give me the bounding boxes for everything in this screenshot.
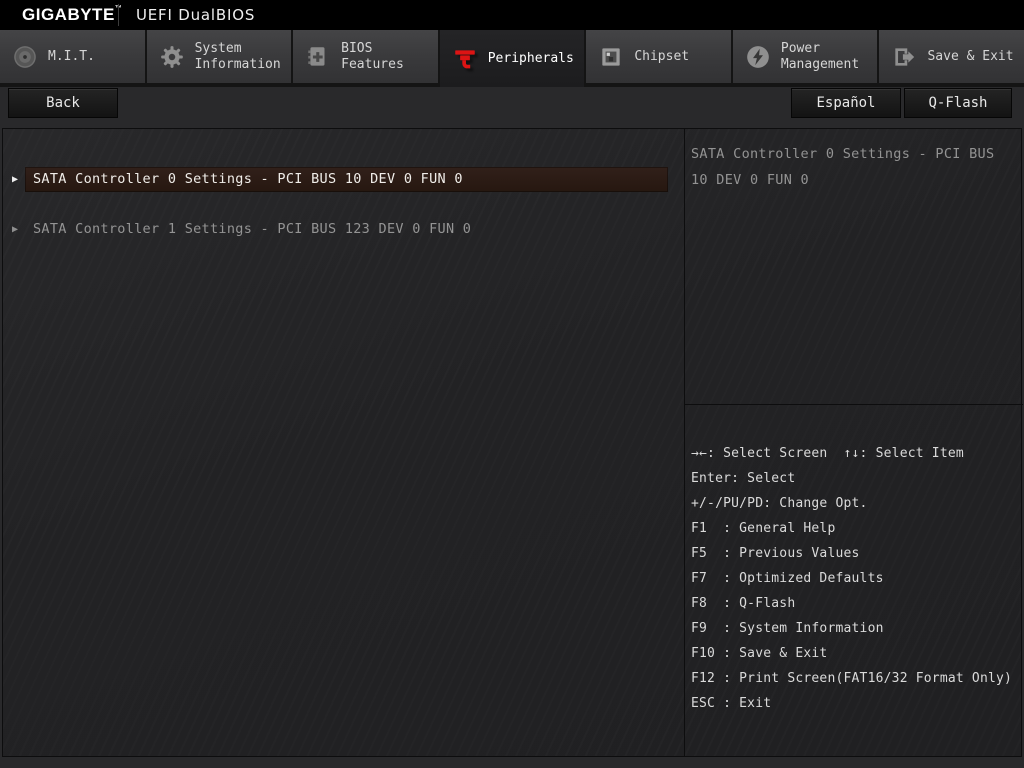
- tab-label: Peripherals: [488, 51, 574, 67]
- tab-power-management[interactable]: Power Management: [733, 30, 878, 83]
- peripherals-usb-icon: [451, 45, 479, 73]
- back-button[interactable]: Back: [8, 88, 118, 118]
- legend-line: F10 : Save & Exit: [691, 641, 1021, 666]
- legend-line: F9 : System Information: [691, 616, 1021, 641]
- menu-item-label: SATA Controller 0 Settings - PCI BUS 10 …: [25, 167, 668, 192]
- content-frame: ▶ SATA Controller 0 Settings - PCI BUS 1…: [2, 128, 1022, 757]
- save-exit-door-icon: [890, 43, 918, 71]
- tab-mit[interactable]: M.I.T.: [0, 30, 145, 83]
- legend-line: F12 : Print Screen(FAT16/32 Format Only): [691, 666, 1021, 691]
- tab-label: Save & Exit: [927, 49, 1013, 65]
- language-button[interactable]: Español: [791, 88, 901, 118]
- tab-chipset[interactable]: Chipset: [586, 30, 731, 83]
- legend-line: ESC : Exit: [691, 691, 1021, 716]
- tab-label: M.I.T.: [48, 49, 95, 65]
- tab-bar: M.I.T. System Information: [0, 30, 1024, 87]
- item-description: SATA Controller 0 Settings - PCI BUS 10 …: [685, 129, 1023, 193]
- legend-line: Enter: Select: [691, 466, 1021, 491]
- tab-system-information[interactable]: System Information: [147, 30, 292, 83]
- help-panel-divider: [685, 404, 1023, 405]
- power-bolt-icon: [744, 43, 772, 71]
- firmware-title: UEFI DualBIOS: [136, 6, 255, 24]
- tab-save-exit[interactable]: Save & Exit: [879, 30, 1024, 83]
- tab-label: Power Management: [781, 41, 877, 73]
- tab-bios-features[interactable]: BIOS Features: [293, 30, 438, 83]
- topbar-divider: [118, 4, 119, 26]
- help-panel: SATA Controller 0 Settings - PCI BUS 10 …: [684, 129, 1023, 756]
- legend-line: F7 : Optimized Defaults: [691, 566, 1021, 591]
- legend-line: F8 : Q-Flash: [691, 591, 1021, 616]
- tab-label: BIOS Features: [341, 41, 437, 73]
- gigabyte-logo: GIGABYTE™: [22, 5, 122, 25]
- mit-dial-icon: [11, 43, 39, 71]
- tab-label: System Information: [195, 41, 291, 73]
- bios-screen: GIGABYTE™ UEFI DualBIOS M.I.T.: [0, 0, 1024, 768]
- chipset-icon: [597, 43, 625, 71]
- gear-icon: [158, 43, 186, 71]
- qflash-button[interactable]: Q-Flash: [904, 88, 1012, 118]
- menu-item-label: SATA Controller 1 Settings - PCI BUS 123…: [25, 217, 668, 242]
- menu-item-sata-controller-0[interactable]: ▶ SATA Controller 0 Settings - PCI BUS 1…: [3, 167, 684, 192]
- legend-line: →←: Select Screen ↑↓: Select Item: [691, 441, 1021, 466]
- bios-chip-icon: [304, 43, 332, 71]
- settings-list-panel: ▶ SATA Controller 0 Settings - PCI BUS 1…: [3, 129, 684, 756]
- tab-label: Chipset: [634, 49, 689, 65]
- legend-line: F5 : Previous Values: [691, 541, 1021, 566]
- tab-peripherals[interactable]: Peripherals: [440, 30, 585, 87]
- top-bar: GIGABYTE™ UEFI DualBIOS: [0, 0, 1024, 30]
- submenu-arrow-icon: ▶: [12, 223, 18, 236]
- legend-line: +/-/PU/PD: Change Opt.: [691, 491, 1021, 516]
- submenu-arrow-icon: ▶: [12, 173, 18, 186]
- legend-line: F1 : General Help: [691, 516, 1021, 541]
- key-legend: →←: Select Screen ↑↓: Select Item Enter:…: [691, 441, 1021, 716]
- menu-item-sata-controller-1[interactable]: ▶ SATA Controller 1 Settings - PCI BUS 1…: [3, 217, 684, 242]
